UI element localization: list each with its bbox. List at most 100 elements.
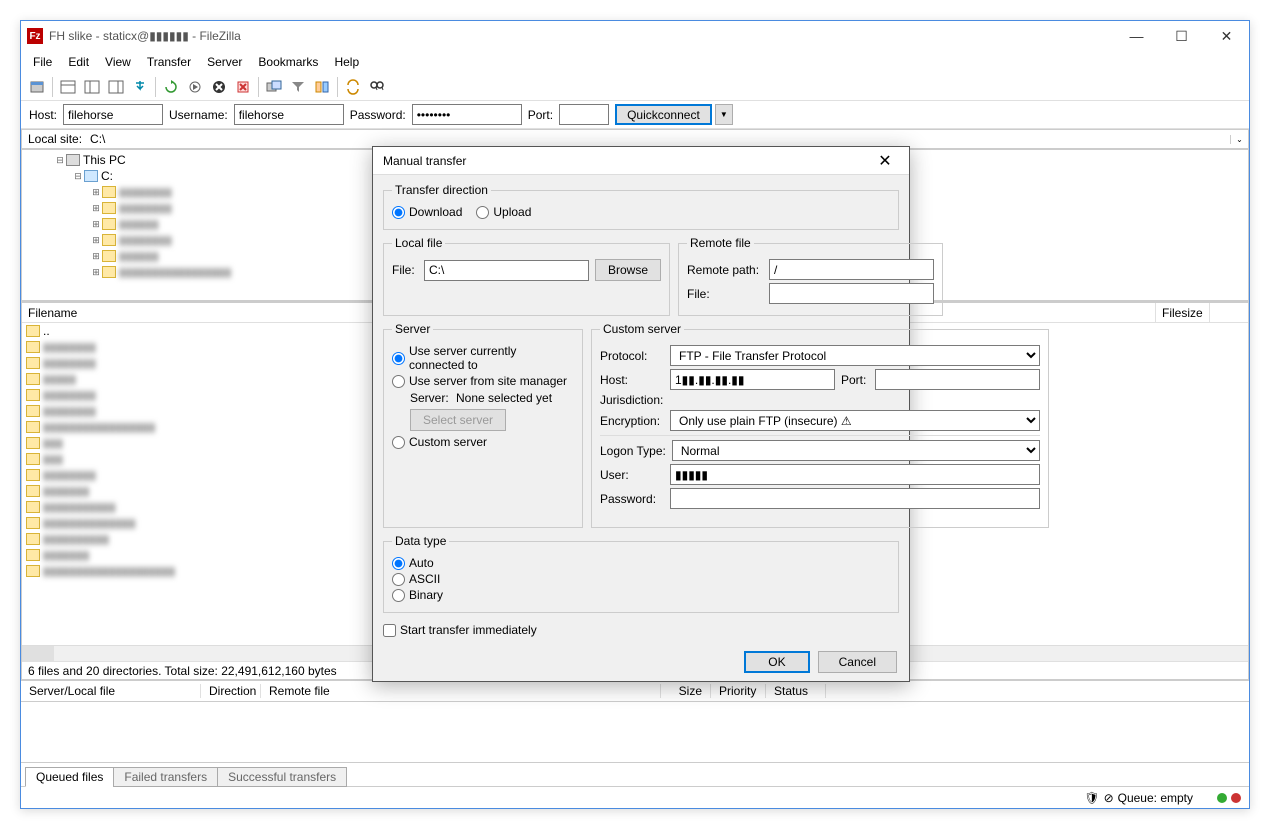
server-group: Server Use server currently connected to… bbox=[383, 322, 583, 528]
filter-icon[interactable] bbox=[286, 75, 310, 99]
password-input[interactable] bbox=[412, 104, 522, 125]
process-queue-icon[interactable] bbox=[183, 75, 207, 99]
disconnect-icon[interactable] bbox=[231, 75, 255, 99]
local-file-label: File: bbox=[392, 263, 418, 277]
tree-drive-c[interactable]: C: bbox=[101, 169, 113, 183]
remote-file-input[interactable] bbox=[769, 283, 934, 304]
username-input[interactable] bbox=[234, 104, 344, 125]
toggle-tree-icon[interactable] bbox=[80, 75, 104, 99]
toggle-remote-tree-icon[interactable] bbox=[104, 75, 128, 99]
tree-expand-icon[interactable]: ⊞ bbox=[90, 219, 102, 230]
tree-this-pc[interactable]: This PC bbox=[83, 153, 126, 167]
col-filesize[interactable]: Filesize bbox=[1156, 303, 1210, 322]
tree-folder[interactable]: ▮▮▮▮▮▮▮▮▮▮▮▮▮▮▮▮▮ bbox=[119, 265, 231, 279]
col-priority[interactable]: Priority bbox=[711, 684, 766, 698]
tree-expand-icon[interactable]: ⊞ bbox=[90, 251, 102, 262]
compare-icon[interactable] bbox=[310, 75, 334, 99]
queue-body[interactable] bbox=[21, 702, 1249, 762]
search-icon[interactable] bbox=[365, 75, 389, 99]
cancel-icon[interactable] bbox=[207, 75, 231, 99]
transfer-icon: ⊘ bbox=[1104, 791, 1114, 805]
menu-bookmarks[interactable]: Bookmarks bbox=[250, 53, 326, 71]
password-label: Password: bbox=[350, 108, 406, 122]
quickconnect-bar: Host: Username: Password: Port: Quickcon… bbox=[21, 101, 1249, 129]
browse-button[interactable]: Browse bbox=[595, 259, 661, 281]
tree-folder[interactable]: ▮▮▮▮▮▮ bbox=[119, 249, 159, 263]
custom-host-input[interactable] bbox=[670, 369, 835, 390]
tree-collapse-icon[interactable]: ⊟ bbox=[72, 171, 84, 182]
custom-port-input[interactable] bbox=[875, 369, 1040, 390]
menu-server[interactable]: Server bbox=[199, 53, 250, 71]
refresh-icon[interactable] bbox=[159, 75, 183, 99]
toggle-log-icon[interactable] bbox=[56, 75, 80, 99]
port-input[interactable] bbox=[559, 104, 609, 125]
radio-download[interactable]: Download bbox=[392, 205, 462, 219]
tree-folder[interactable]: ▮▮▮▮▮▮▮▮ bbox=[119, 185, 172, 199]
remote-path-label: Remote path: bbox=[687, 263, 763, 277]
cancel-button[interactable]: Cancel bbox=[818, 651, 897, 673]
dialog-title: Manual transfer bbox=[383, 154, 466, 168]
transfer-direction-group: Transfer direction Download Upload bbox=[383, 183, 899, 230]
custom-user-input[interactable] bbox=[670, 464, 1040, 485]
tab-successful-transfers[interactable]: Successful transfers bbox=[217, 767, 347, 787]
col-server-local[interactable]: Server/Local file bbox=[21, 684, 201, 698]
select-server-button[interactable]: Select server bbox=[410, 409, 506, 431]
radio-ascii[interactable]: ASCII bbox=[392, 572, 440, 586]
menu-edit[interactable]: Edit bbox=[60, 53, 97, 71]
custom-server-group: Custom server Protocol:FTP - File Transf… bbox=[591, 322, 1049, 528]
menubar: File Edit View Transfer Server Bookmarks… bbox=[21, 51, 1249, 73]
protocol-select[interactable]: FTP - File Transfer Protocol bbox=[670, 345, 1040, 366]
start-immediately-checkbox[interactable]: Start transfer immediately bbox=[383, 623, 537, 637]
logon-type-select[interactable]: Normal bbox=[672, 440, 1040, 461]
tree-expand-icon[interactable]: ⊞ bbox=[90, 187, 102, 198]
remote-path-input[interactable] bbox=[769, 259, 934, 280]
quickconnect-history-dropdown[interactable]: ▼ bbox=[715, 104, 733, 125]
queue-status: Queue: empty bbox=[1118, 791, 1193, 805]
folder-icon bbox=[26, 405, 40, 417]
tree-folder[interactable]: ▮▮▮▮▮▮▮▮ bbox=[119, 201, 172, 215]
tree-expand-icon[interactable]: ⊞ bbox=[90, 267, 102, 278]
tree-collapse-icon[interactable]: ⊟ bbox=[54, 155, 66, 166]
tree-expand-icon[interactable]: ⊞ bbox=[90, 203, 102, 214]
tree-folder[interactable]: ▮▮▮▮▮▮ bbox=[119, 217, 159, 231]
menu-help[interactable]: Help bbox=[326, 53, 367, 71]
app-icon: Fz bbox=[27, 28, 43, 44]
radio-binary[interactable]: Binary bbox=[392, 588, 443, 602]
quickconnect-button[interactable]: Quickconnect bbox=[615, 104, 712, 125]
maximize-button[interactable]: ☐ bbox=[1159, 22, 1204, 51]
menu-file[interactable]: File bbox=[25, 53, 60, 71]
col-size[interactable]: Size bbox=[661, 684, 711, 698]
col-status[interactable]: Status bbox=[766, 684, 826, 698]
radio-custom-server[interactable]: Custom server bbox=[392, 435, 487, 449]
remote-file-group: Remote file Remote path: File: bbox=[678, 236, 943, 316]
reconnect-icon[interactable] bbox=[262, 75, 286, 99]
local-file-input[interactable] bbox=[424, 260, 589, 281]
col-direction[interactable]: Direction bbox=[201, 684, 261, 698]
close-button[interactable]: ✕ bbox=[1204, 22, 1249, 51]
toggle-queue-icon[interactable] bbox=[128, 75, 152, 99]
radio-upload[interactable]: Upload bbox=[476, 205, 531, 219]
port-label: Port: bbox=[528, 108, 553, 122]
dialog-close-button[interactable]: ✕ bbox=[865, 151, 905, 171]
ok-button[interactable]: OK bbox=[744, 651, 809, 673]
radio-use-sitemanager[interactable]: Use server from site manager bbox=[392, 374, 567, 388]
radio-auto[interactable]: Auto bbox=[392, 556, 434, 570]
menu-transfer[interactable]: Transfer bbox=[139, 53, 199, 71]
sync-browse-icon[interactable] bbox=[341, 75, 365, 99]
radio-use-current[interactable]: Use server currently connected to bbox=[392, 344, 574, 372]
host-input[interactable] bbox=[63, 104, 163, 125]
menu-view[interactable]: View bbox=[97, 53, 139, 71]
tab-failed-transfers[interactable]: Failed transfers bbox=[113, 767, 218, 787]
tree-folder[interactable]: ▮▮▮▮▮▮▮▮ bbox=[119, 233, 172, 247]
col-remote-file[interactable]: Remote file bbox=[261, 684, 661, 698]
local-site-dropdown[interactable]: ⌄ bbox=[1230, 135, 1248, 144]
folder-icon bbox=[102, 186, 116, 198]
sitemanager-icon[interactable] bbox=[25, 75, 49, 99]
custom-password-input[interactable] bbox=[670, 488, 1040, 509]
tab-queued-files[interactable]: Queued files bbox=[25, 767, 114, 787]
encryption-select[interactable]: Only use plain FTP (insecure) ⚠ bbox=[670, 410, 1040, 431]
folder-icon bbox=[102, 266, 116, 278]
tree-expand-icon[interactable]: ⊞ bbox=[90, 235, 102, 246]
titlebar: Fz FH slike - staticx@▮▮▮▮▮▮ - FileZilla… bbox=[21, 21, 1249, 51]
minimize-button[interactable]: ― bbox=[1114, 22, 1159, 51]
